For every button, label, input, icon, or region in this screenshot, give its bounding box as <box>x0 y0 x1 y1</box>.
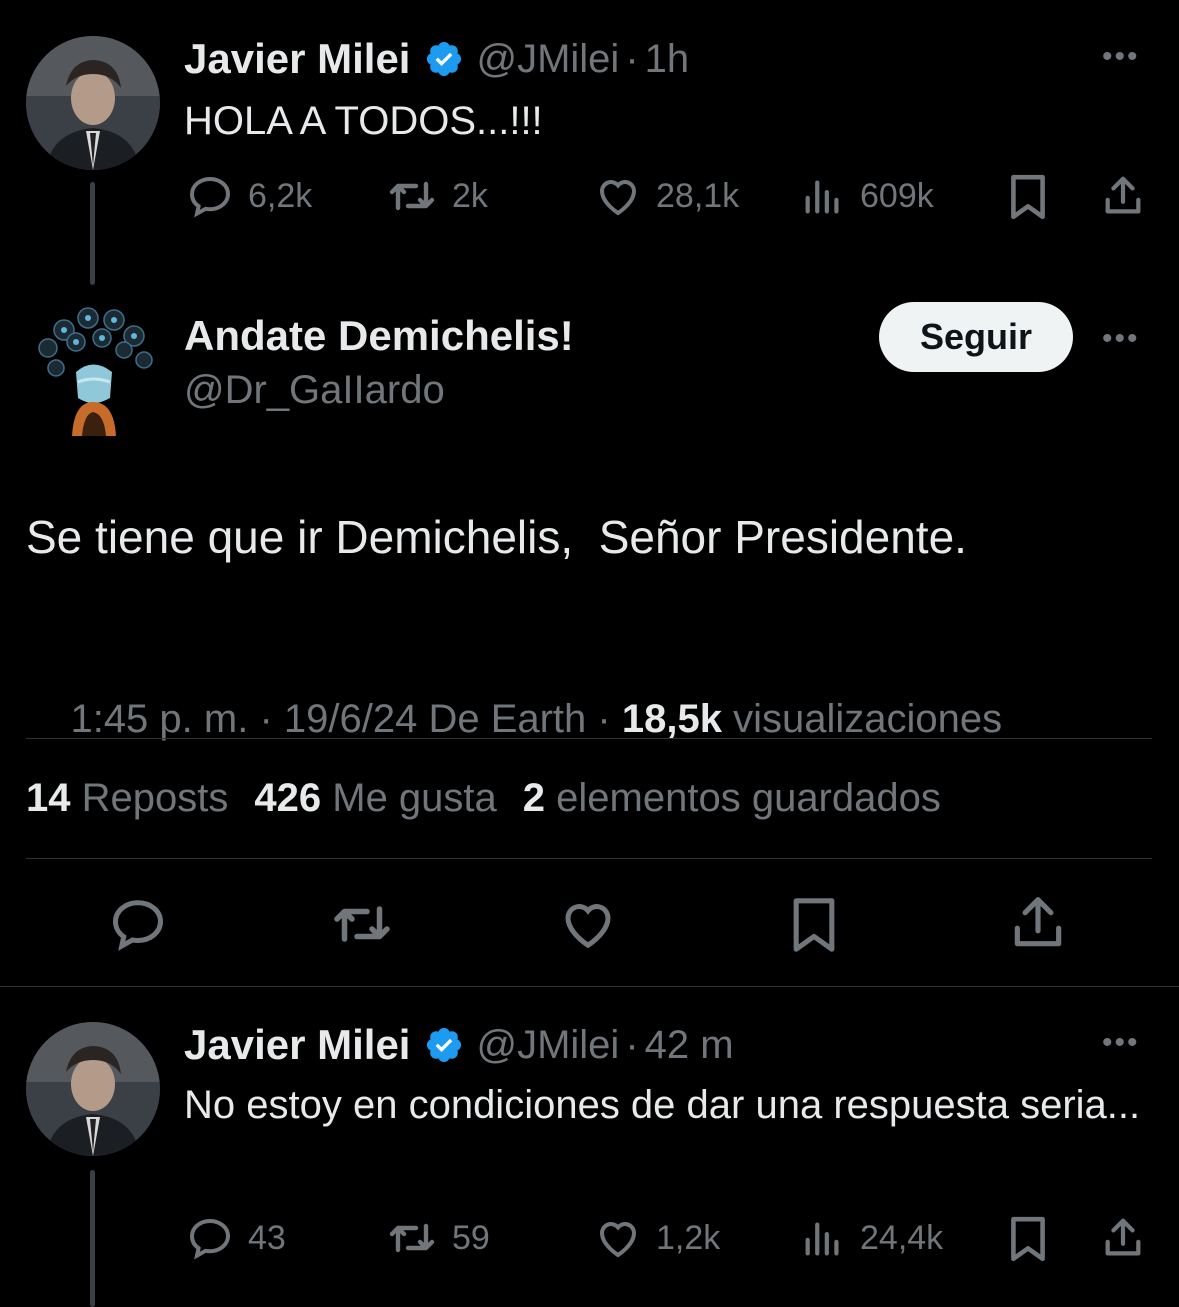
avatar[interactable] <box>26 36 160 170</box>
views-count: 18,5k <box>621 697 722 741</box>
share-icon <box>1105 176 1141 214</box>
more-options-button[interactable]: ••• <box>1102 322 1140 356</box>
views-label: visualizaciones <box>721 697 1003 741</box>
author-name[interactable]: Andate Demichelis! <box>184 312 574 360</box>
like-button[interactable]: 28,1k <box>594 172 739 220</box>
verified-badge-icon <box>424 39 464 79</box>
saved-stat[interactable]: 2 elementos guardados <box>523 776 941 821</box>
like-count: 28,1k <box>656 176 740 215</box>
heart-icon <box>599 1222 637 1258</box>
more-options-button[interactable]: ••• <box>1102 1026 1140 1060</box>
author-handle[interactable]: @JMilei <box>476 1023 619 1068</box>
tweet-timestamp[interactable]: 1:45 p. m. · 19/6/24 De Earth · <box>70 697 621 741</box>
repost-count: 59 <box>452 1218 490 1257</box>
likes-stat[interactable]: 426 Me gusta <box>254 776 496 821</box>
reply-count: 43 <box>248 1218 286 1257</box>
heart-icon <box>565 904 611 949</box>
saved-count: 2 <box>522 776 546 820</box>
bookmark-icon <box>793 898 835 952</box>
author-name[interactable]: Javier Milei <box>184 1021 410 1069</box>
likes-label: Me gusta <box>332 776 497 820</box>
reply-button[interactable] <box>106 894 170 959</box>
bookmark-button[interactable] <box>786 892 842 963</box>
author-handle[interactable]: @Dr_GaIIardo <box>184 368 445 413</box>
author-name[interactable]: Javier Milei <box>184 35 410 83</box>
views-button[interactable]: 609k <box>800 172 934 220</box>
avatar[interactable] <box>26 302 160 436</box>
reply-button[interactable]: 6,2k <box>186 172 312 220</box>
saved-label: elementos guardados <box>556 776 941 820</box>
repost-icon <box>389 1223 435 1253</box>
separator: · <box>625 1022 639 1067</box>
views-icon <box>805 1222 839 1256</box>
separator: · <box>625 36 639 81</box>
repost-count: 2k <box>452 176 488 215</box>
repost-icon <box>334 906 390 942</box>
more-options-button[interactable]: ••• <box>1102 40 1140 74</box>
heart-icon <box>599 180 637 216</box>
views-icon <box>805 180 839 214</box>
share-icon <box>1105 1218 1141 1256</box>
repost-button[interactable]: 2k <box>386 172 488 220</box>
reply-icon <box>189 1218 231 1260</box>
share-icon <box>1014 897 1062 947</box>
repost-button[interactable]: 59 <box>386 1214 490 1262</box>
timestamp[interactable]: 42 m <box>645 1023 734 1068</box>
views-count: 24,4k <box>860 1218 944 1257</box>
avatar[interactable] <box>26 1022 160 1156</box>
like-button[interactable]: 1,2k <box>594 1214 720 1262</box>
reposts-count: 14 <box>26 776 71 820</box>
share-button[interactable] <box>1100 1214 1146 1267</box>
verified-badge-icon <box>424 1025 464 1065</box>
share-button[interactable] <box>1006 892 1070 959</box>
bookmark-button[interactable] <box>1005 1214 1051 1269</box>
tweet-text: HOLA A TODOS...!!! <box>184 99 543 143</box>
divider <box>26 738 1152 739</box>
share-button[interactable] <box>1100 172 1146 225</box>
views-count: 609k <box>860 176 934 215</box>
reposts-label: Reposts <box>81 776 229 820</box>
repost-icon <box>389 181 435 211</box>
reposts-stat[interactable]: 14 Reposts <box>26 776 228 821</box>
thread-line <box>90 1170 95 1307</box>
views-button[interactable]: 24,4k <box>800 1214 943 1262</box>
divider <box>0 986 1179 987</box>
like-count: 1,2k <box>656 1218 721 1257</box>
reply-icon <box>189 176 231 218</box>
reply-button[interactable]: 43 <box>186 1214 286 1262</box>
bookmark-button[interactable] <box>1005 172 1051 227</box>
tweet-text: Se tiene que ir Demichelis, Señor Presid… <box>26 511 967 563</box>
bookmark-icon <box>1011 1216 1045 1262</box>
reply-icon <box>112 900 164 951</box>
like-button[interactable] <box>556 894 620 959</box>
timestamp[interactable]: 1h <box>645 37 690 82</box>
tweet-text: No estoy en condiciones de dar una respu… <box>184 1083 1141 1127</box>
repost-button[interactable] <box>326 894 398 959</box>
likes-count: 426 <box>254 776 322 820</box>
bookmark-icon <box>1011 174 1045 220</box>
reply-count: 6,2k <box>248 176 313 215</box>
divider <box>26 858 1152 859</box>
author-handle[interactable]: @JMilei <box>476 37 619 82</box>
thread-line <box>90 182 95 285</box>
engagement-stats: 14 Reposts 426 Me gusta 2 elementos guar… <box>26 776 941 821</box>
tweet-meta: 1:45 p. m. · 19/6/24 De Earth · 18,5k vi… <box>26 652 1002 787</box>
follow-button[interactable]: Seguir <box>879 302 1073 372</box>
